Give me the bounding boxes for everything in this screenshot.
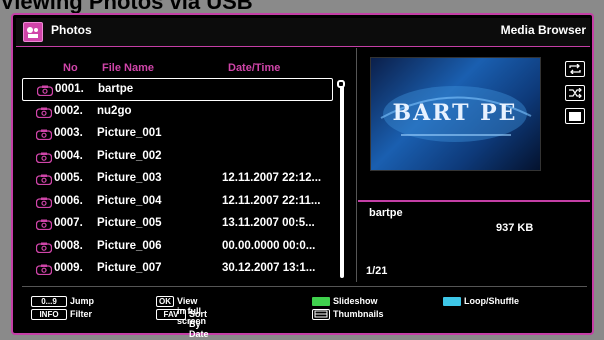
column-header-file-name: File Name — [102, 62, 154, 74]
file-list-panel: No File Name Date/Time 0001. bartpe 0002. n… — [22, 52, 353, 280]
file-name: Picture_005 — [97, 217, 162, 229]
file-date: 30.12.2007 13:1... — [222, 262, 316, 274]
file-number: 0005. — [54, 172, 83, 184]
column-header-date-time: Date/Time — [228, 62, 281, 74]
file-row[interactable]: 0002. nu2go — [22, 101, 333, 124]
photo-file-icon — [37, 85, 53, 96]
photo-file-icon — [36, 174, 52, 185]
photo-file-icon — [36, 242, 52, 253]
legend-sort-by-date: Sort By Date — [189, 309, 209, 339]
header-bar: Photos Media Browser — [16, 18, 590, 47]
legend-filter: Filter — [70, 309, 93, 319]
file-number: 0009. — [54, 262, 83, 274]
file-row[interactable]: 0005. Picture_003 12.11.2007 22:12... — [22, 168, 333, 191]
file-name: nu2go — [97, 104, 132, 117]
green-key-icon — [312, 297, 330, 306]
file-name: Picture_006 — [97, 239, 162, 252]
photos-app-icon — [23, 22, 43, 42]
file-date: 00.00.0000 00:0... — [222, 239, 316, 252]
file-number: 0003. — [54, 127, 83, 139]
column-header-no: No — [63, 62, 78, 74]
file-row[interactable]: 0008. Picture_006 00.00.0000 00:0... — [22, 236, 333, 259]
scrollbar-thumb[interactable] — [337, 80, 345, 88]
file-row[interactable]: 0006. Picture_004 12.11.2007 22:11... — [22, 191, 333, 214]
file-number: 0002. — [54, 104, 83, 117]
preview-image: BART PE — [380, 86, 532, 142]
file-number: 0007. — [54, 217, 83, 229]
file-name: bartpe — [98, 83, 134, 95]
selected-file-name: bartpe — [369, 207, 403, 219]
panel-divider — [356, 48, 357, 282]
key-fav: FAV — [156, 309, 186, 320]
header-title: Photos — [51, 23, 92, 37]
key-ok: OK — [156, 296, 174, 307]
file-number: 0001. — [55, 83, 84, 95]
photo-file-icon — [36, 107, 52, 118]
loop-icon[interactable] — [565, 61, 585, 77]
file-number: 0006. — [54, 194, 83, 207]
file-name: Picture_007 — [97, 262, 162, 274]
file-row[interactable]: 0001. bartpe — [22, 78, 333, 101]
file-name: Picture_004 — [97, 194, 162, 207]
file-row[interactable]: 0007. Picture_005 13.11.2007 00:5... — [22, 213, 333, 236]
file-number: 0004. — [54, 149, 83, 162]
photo-preview: BART PE — [370, 57, 541, 171]
blue-key-icon — [443, 297, 461, 306]
fullscreen-icon[interactable] — [565, 108, 585, 124]
photo-file-icon — [36, 197, 52, 208]
file-row[interactable]: 0009. Picture_007 30.12.2007 13:1... — [22, 258, 333, 281]
file-date: 12.11.2007 22:11... — [222, 194, 321, 207]
selected-file-size: 937 KB — [496, 222, 534, 234]
photo-file-icon — [36, 264, 52, 275]
key-info: INFO — [31, 309, 67, 320]
legend-slideshow: Slideshow — [333, 296, 378, 306]
file-name: Picture_001 — [97, 127, 162, 139]
file-number: 0008. — [54, 239, 83, 252]
list-scrollbar[interactable] — [337, 80, 345, 278]
shuffle-icon[interactable] — [565, 85, 585, 101]
file-list: 0001. bartpe 0002. nu2go 0003. Picture_001 000… — [22, 78, 333, 281]
legend-loop-shuffle: Loop/Shuffle — [464, 296, 519, 306]
photo-file-icon — [36, 219, 52, 230]
legend-thumbnails: Thumbnails — [333, 309, 384, 319]
file-position-count: 1/21 — [366, 265, 388, 277]
preview-image-text: BART PE — [393, 100, 518, 126]
file-date: 12.11.2007 22:12... — [222, 172, 322, 184]
photo-file-icon — [36, 152, 52, 163]
file-row[interactable]: 0003. Picture_001 — [22, 123, 333, 146]
header-right-label: Media Browser — [500, 23, 586, 37]
file-name: Picture_003 — [97, 172, 162, 184]
file-date: 13.11.2007 00:5... — [222, 217, 315, 229]
file-row[interactable]: 0004. Picture_002 — [22, 146, 333, 169]
thumbnails-key-icon — [312, 309, 330, 320]
footer-divider — [22, 286, 587, 287]
file-name: Picture_002 — [97, 149, 162, 162]
legend-jump: Jump — [70, 296, 95, 306]
key-0-9: 0...9 — [31, 296, 67, 307]
page-heading: Viewing Photos via USB — [0, 0, 253, 14]
info-divider — [358, 200, 590, 202]
photo-file-icon — [36, 129, 52, 140]
